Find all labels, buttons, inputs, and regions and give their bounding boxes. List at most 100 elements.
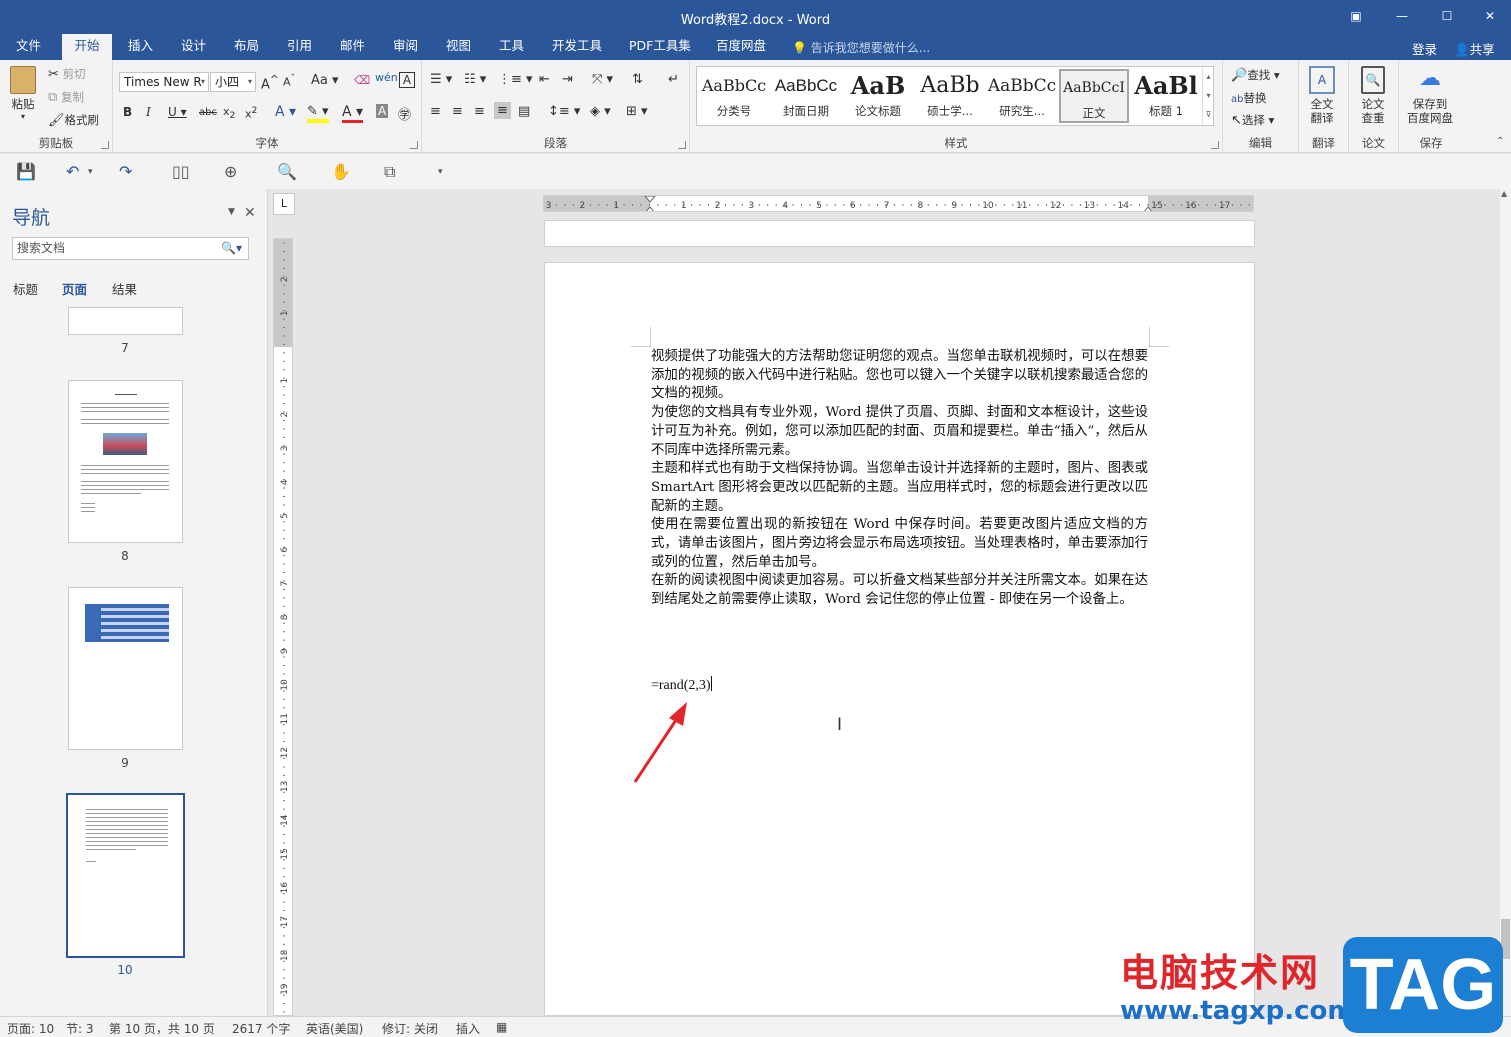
tab-insert[interactable]: 插入 — [124, 34, 157, 60]
redo-icon[interactable]: ↷ — [119, 162, 132, 181]
underline-icon[interactable]: U ▾ — [168, 105, 187, 119]
save-icon[interactable]: 💾 — [16, 162, 36, 181]
maximize-button[interactable]: ☐ — [1436, 6, 1458, 26]
status-track-changes[interactable]: 修订: 关闭 — [382, 1020, 438, 1037]
clipboard-launcher[interactable] — [101, 141, 109, 149]
line-spacing-icon[interactable]: ↕≡ ▾ — [548, 104, 580, 119]
page-thumbnail[interactable] — [68, 307, 183, 335]
nav-options-icon[interactable]: ▼ — [228, 207, 235, 217]
status-insert-mode[interactable]: 插入 — [456, 1020, 480, 1037]
justify-icon[interactable]: ≡ — [494, 102, 511, 119]
collapse-ribbon-icon[interactable]: ⌃ — [1496, 136, 1504, 147]
style-item[interactable]: AaBbCc 封面日期 — [771, 69, 841, 123]
shading-icon[interactable]: ◈ ▾ — [590, 104, 611, 119]
distributed-icon[interactable]: ▤ — [518, 104, 530, 119]
rand-formula-text[interactable]: =rand(2,3) — [651, 676, 712, 694]
shrink-font-icon[interactable]: Aˇ — [283, 73, 295, 89]
cut-button[interactable]: ✂ 剪切 — [48, 66, 86, 82]
minimize-button[interactable]: — — [1391, 6, 1413, 26]
strikethrough-icon[interactable]: abc — [199, 107, 217, 118]
paragraph[interactable]: 主题和样式也有助于文档保持协调。当您单击设计并选择新的主题时，图片、图表或 Sm… — [651, 460, 1148, 516]
select-button[interactable]: ↖选择 ▾ — [1231, 112, 1274, 128]
undo-dropdown-icon[interactable]: ▾ — [88, 167, 93, 177]
customize-qat-icon[interactable]: ▾ — [438, 167, 443, 177]
multilevel-list-icon[interactable]: ⋮≡ ▾ — [498, 72, 533, 87]
bold-icon[interactable]: B — [123, 105, 132, 119]
tab-references[interactable]: 引用 — [283, 34, 316, 60]
tab-home[interactable]: 开始 — [62, 34, 112, 60]
horizontal-ruler[interactable]: 3 2 1 1 2 3 4 5 6 7 8 9 10 11 12 13 14 15 16 17 — [543, 195, 1254, 212]
grow-font-icon[interactable]: A^ — [261, 73, 279, 92]
paragraph-launcher[interactable] — [678, 141, 686, 149]
scroll-up-icon[interactable]: ▲ — [1501, 189, 1507, 198]
tab-mailings[interactable]: 邮件 — [336, 34, 369, 60]
italic-icon[interactable]: I — [146, 105, 151, 119]
document-body[interactable]: 视频提供了功能强大的方法帮助您证明您的观点。当您单击联机视频时，可以在想要添加的… — [651, 348, 1148, 610]
nav-tab-results[interactable]: 结果 — [112, 279, 137, 298]
style-item[interactable]: AaBb 硕士学... — [915, 69, 985, 123]
tab-pdf-tools[interactable]: PDF工具集 — [625, 34, 695, 60]
page-thumbnail[interactable] — [68, 587, 183, 750]
macro-record-icon[interactable]: ▦ — [496, 1020, 507, 1034]
font-name-select[interactable]: Times New R ▾ — [119, 72, 209, 92]
style-item[interactable]: AaBbCc 分类号 — [699, 69, 769, 123]
show-marks-icon[interactable]: ↵ — [668, 72, 679, 87]
status-section[interactable]: 节: 3 — [66, 1020, 94, 1037]
chinese-layout-icon[interactable]: ⤧ ▾ — [592, 72, 613, 87]
paragraph[interactable]: 使用在需要位置出现的新按钮在 Word 中保存时间。若要更改图片适应文档的方式，… — [651, 516, 1148, 572]
custom-command-icon[interactable]: ⧉ — [384, 162, 395, 182]
paper-check-button[interactable]: 🔍 论文 查重 — [1361, 66, 1385, 125]
sort-icon[interactable]: ⇅ — [632, 72, 643, 87]
read-mode-icon[interactable]: ▯▯ — [172, 162, 190, 181]
tab-layout[interactable]: 布局 — [230, 34, 263, 60]
copy-button[interactable]: ⧉ 复制 — [48, 89, 84, 105]
ribbon-display-icon[interactable]: ▣ — [1345, 6, 1367, 26]
bullets-icon[interactable]: ☰ ▾ — [430, 72, 452, 87]
char-border-icon[interactable]: A — [399, 72, 415, 88]
font-color-icon[interactable]: A ▾ — [342, 104, 364, 123]
page-thumbnail-current[interactable] — [66, 793, 185, 958]
nav-search-input[interactable]: 搜索文档 🔍▾ — [12, 237, 249, 260]
tell-me-box[interactable]: 💡 告诉我您想要做什么... — [792, 39, 930, 56]
page-thumbnail[interactable] — [68, 380, 183, 543]
style-item-selected[interactable]: AaBbCcI 正文 — [1059, 69, 1129, 123]
styles-launcher[interactable] — [1211, 141, 1219, 149]
replace-button[interactable]: ab替换 — [1231, 90, 1266, 106]
tab-baidu-netdisk[interactable]: 百度网盘 — [712, 34, 770, 60]
share-button[interactable]: 👤共享 — [1454, 39, 1495, 58]
tab-tools[interactable]: 工具 — [495, 34, 528, 60]
paste-button[interactable]: 粘贴 ▾ — [10, 66, 36, 121]
document-page[interactable]: 视频提供了功能强大的方法帮助您证明您的观点。当您单击联机视频时，可以在想要添加的… — [544, 262, 1255, 1016]
char-shading-icon[interactable]: A — [376, 104, 389, 118]
borders-icon[interactable]: ⊞ ▾ — [626, 104, 648, 119]
phonetic-guide-icon[interactable]: wén — [375, 71, 398, 84]
enclose-char-icon[interactable]: ㊫ — [398, 104, 411, 123]
tab-review[interactable]: 审阅 — [389, 34, 422, 60]
align-left-icon[interactable]: ≡ — [430, 104, 441, 119]
web-layout-icon[interactable]: ⊕ — [224, 162, 237, 181]
paragraph[interactable]: 在新的阅读视图中阅读更加容易。可以折叠文档某些部分并关注所需文本。如果在达到结尾… — [651, 572, 1148, 609]
tab-developer[interactable]: 开发工具 — [548, 34, 606, 60]
format-painter-button[interactable]: 🖌格式刷 — [48, 112, 99, 128]
highlight-icon[interactable]: ✎ ▾ — [307, 104, 329, 123]
text-effects-icon[interactable]: A ▾ — [275, 104, 296, 120]
status-word-count[interactable]: 2617 个字 — [232, 1020, 290, 1037]
paragraph[interactable]: 视频提供了功能强大的方法帮助您证明您的观点。当您单击联机视频时，可以在想要添加的… — [651, 348, 1148, 404]
style-item[interactable]: AaBbCc 研究生... — [987, 69, 1057, 123]
tab-file[interactable]: 文件 — [12, 34, 45, 60]
clear-format-icon[interactable]: ⌫ — [354, 73, 370, 87]
save-to-baidu-button[interactable]: ☁ 保存到 百度网盘 — [1407, 66, 1453, 125]
vertical-ruler[interactable]: 2112345678910111213141516171819 — [273, 238, 293, 1016]
style-item[interactable]: AaBl 标题 1 — [1131, 69, 1201, 123]
styles-scroll[interactable]: ▴ ▾ ⊽ — [1202, 67, 1214, 125]
subscript-icon[interactable]: x2 — [223, 105, 235, 121]
tab-view[interactable]: 视图 — [442, 34, 475, 60]
tab-design[interactable]: 设计 — [177, 34, 210, 60]
font-size-select[interactable]: 小四 ▾ — [210, 72, 256, 92]
style-item[interactable]: AaB 论文标题 — [843, 69, 913, 123]
increase-indent-icon[interactable]: ⇥ — [562, 72, 573, 87]
login-link[interactable]: 登录 — [1412, 39, 1437, 58]
vertical-scrollbar[interactable]: ▲ — [1500, 189, 1511, 1016]
close-icon[interactable]: ✕ — [244, 205, 256, 221]
print-preview-icon[interactable]: 🔍 — [277, 162, 297, 181]
